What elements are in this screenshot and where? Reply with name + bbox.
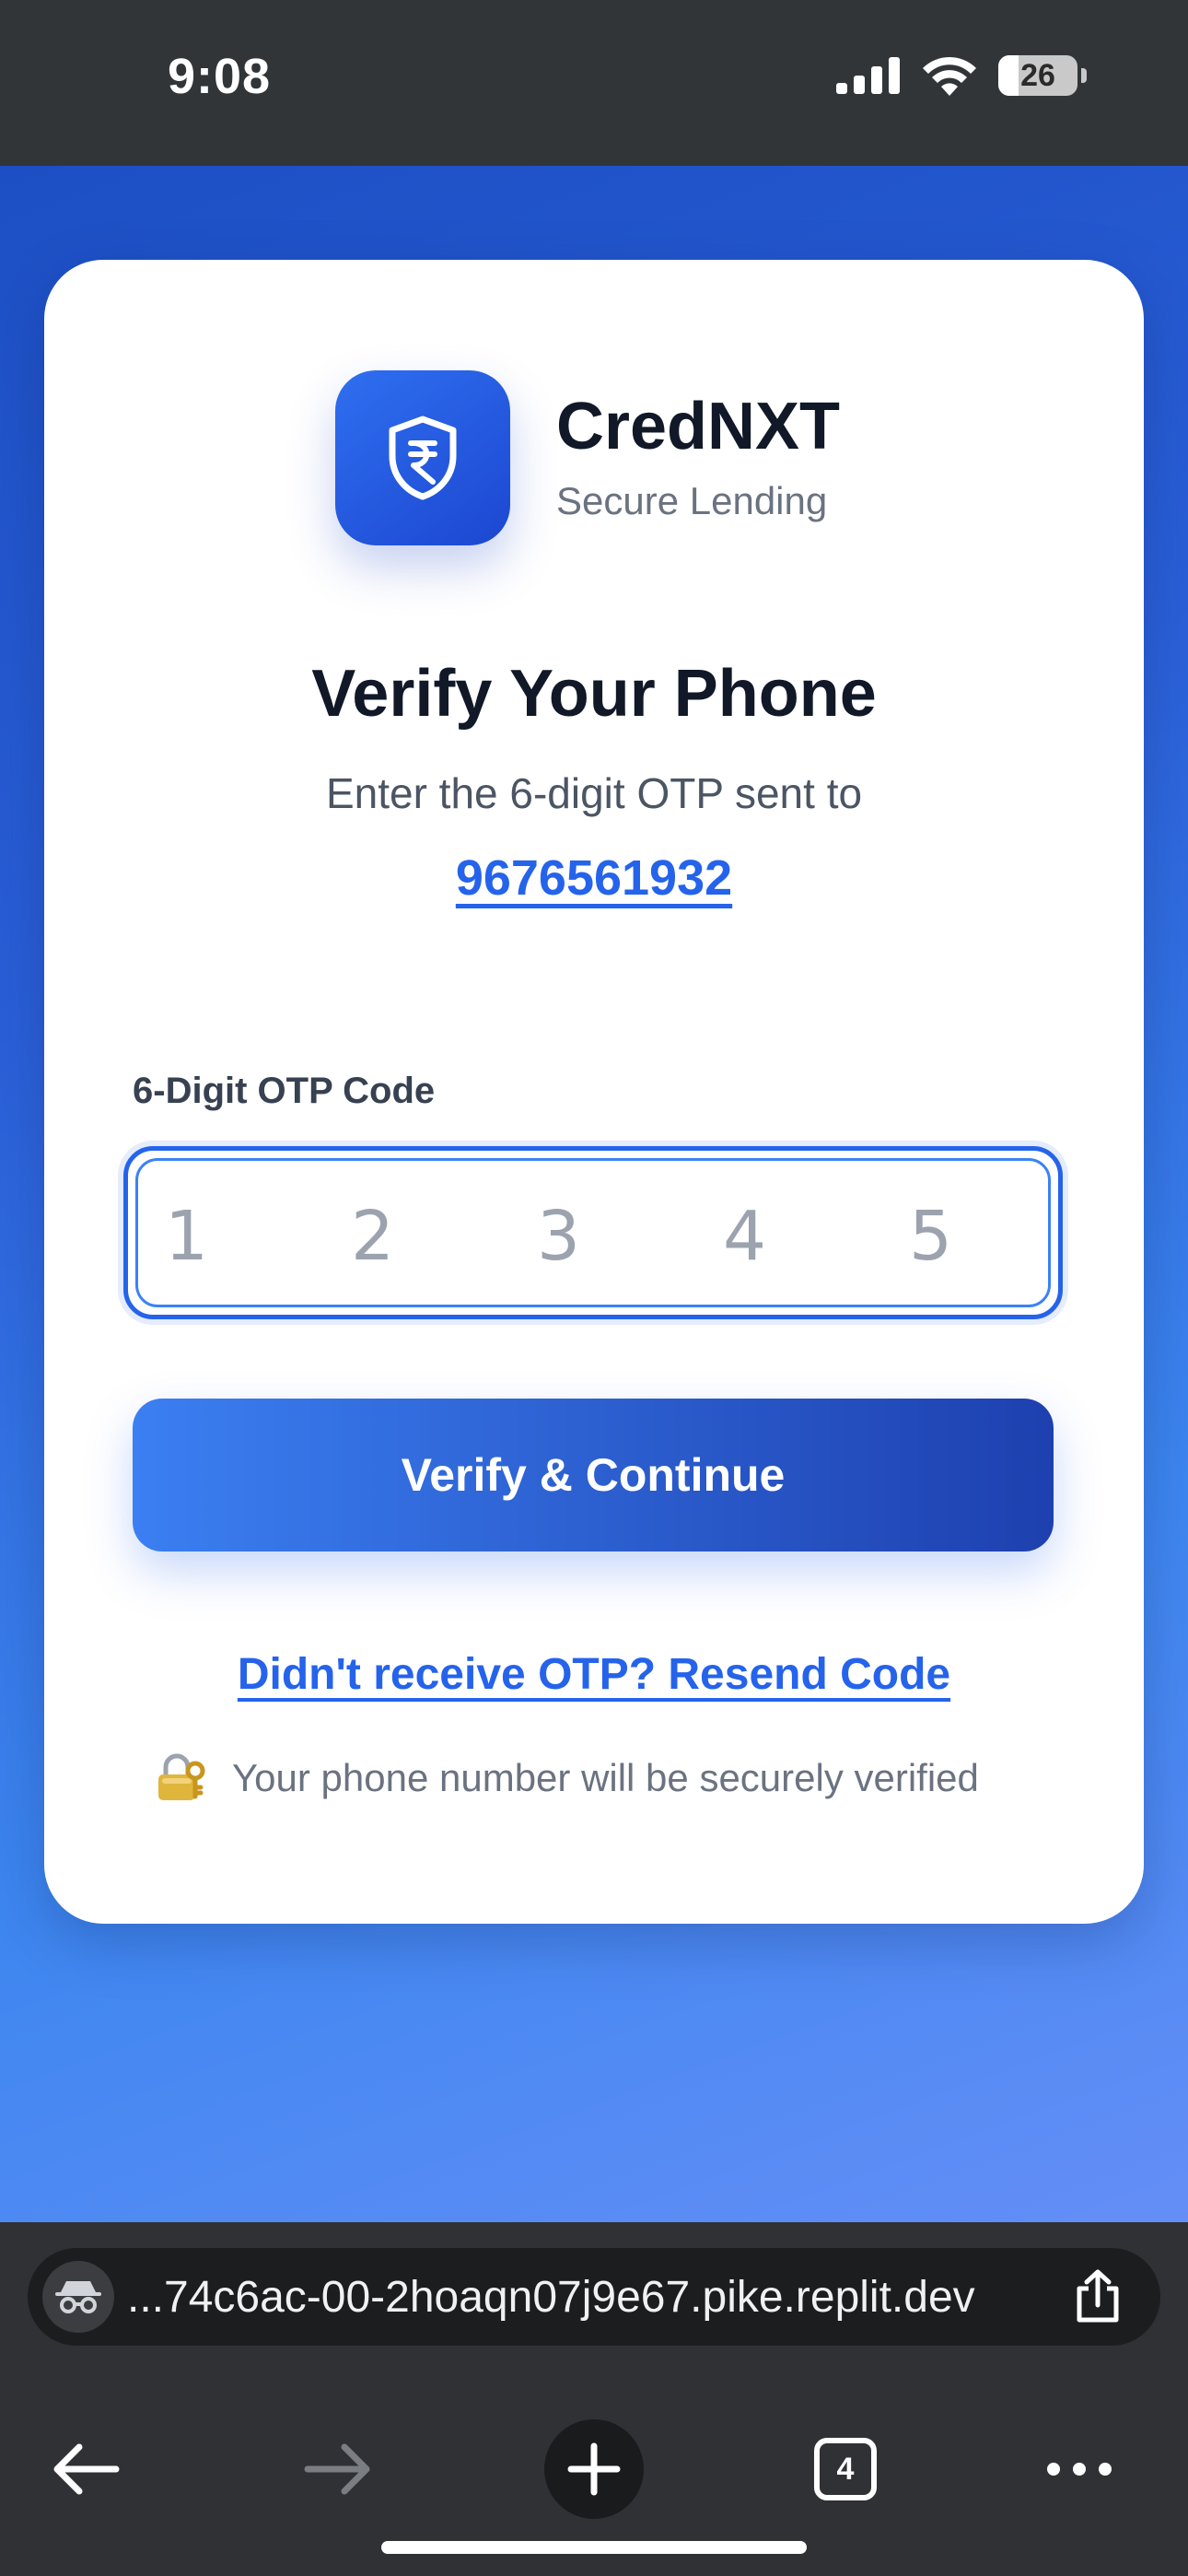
tabs-icon: 4 bbox=[814, 2438, 877, 2500]
tabs-button[interactable]: 4 bbox=[814, 2438, 877, 2500]
phone-number-link[interactable]: 9676561932 bbox=[456, 850, 732, 906]
address-bar[interactable]: ...74c6ac-00-2hoaqn07j9e67.pike.replit.d… bbox=[28, 2248, 1160, 2346]
phone-number: 9676561932 bbox=[44, 849, 1144, 907]
page-title: Verify Your Phone bbox=[311, 657, 877, 731]
home-indicator[interactable] bbox=[381, 2541, 807, 2554]
share-icon[interactable] bbox=[1072, 2268, 1124, 2325]
app-logo bbox=[335, 370, 510, 545]
otp-label: 6-Digit OTP Code bbox=[133, 1071, 436, 1111]
app-name: CredNXT bbox=[556, 390, 841, 463]
battery-fill bbox=[998, 55, 1019, 96]
incognito-icon[interactable] bbox=[42, 2261, 114, 2333]
back-button[interactable] bbox=[52, 2441, 120, 2497]
resend-row: Didn't receive OTP? Resend Code bbox=[44, 1649, 1144, 1700]
verify-continue-button[interactable]: Verify & Continue bbox=[133, 1399, 1054, 1551]
otp-placeholder-digit: 4 bbox=[723, 1197, 767, 1276]
forward-button[interactable] bbox=[304, 2441, 372, 2497]
status-icons: 26 bbox=[836, 55, 1087, 96]
tab-count: 4 bbox=[836, 2451, 855, 2487]
more-icon bbox=[1047, 2463, 1112, 2476]
status-bar: 9:08 26 bbox=[0, 0, 1188, 166]
plus-icon bbox=[544, 2419, 644, 2519]
battery-percent: 26 bbox=[1020, 57, 1055, 93]
security-note-text: Your phone number will be securely verif… bbox=[232, 1756, 979, 1799]
shield-rupee-icon bbox=[389, 416, 457, 500]
arrow-left-icon bbox=[53, 2443, 120, 2495]
otp-placeholder-digit: 1 bbox=[165, 1197, 209, 1276]
new-tab-button[interactable] bbox=[544, 2419, 644, 2519]
browser-toolbar: ...74c6ac-00-2hoaqn07j9e67.pike.replit.d… bbox=[0, 2222, 1188, 2576]
verify-card: CredNXT Secure Lending Verify Your Phone… bbox=[44, 260, 1144, 1924]
battery-tip bbox=[1081, 68, 1087, 83]
app-tagline: Secure Lending bbox=[556, 479, 828, 522]
lock-key-icon bbox=[158, 1753, 205, 1800]
arrow-right-icon bbox=[304, 2443, 370, 2495]
otp-placeholder-digit: 5 bbox=[909, 1197, 953, 1276]
cellular-signal-icon bbox=[836, 57, 900, 94]
more-menu-button[interactable] bbox=[1046, 2460, 1112, 2478]
otp-instruction: Enter the 6-digit OTP sent to bbox=[325, 769, 863, 817]
url-text: ...74c6ac-00-2hoaqn07j9e67.pike.replit.d… bbox=[127, 2273, 975, 2322]
browser-nav: 4 bbox=[0, 2416, 1188, 2526]
status-time: 9:08 bbox=[168, 49, 272, 104]
otp-placeholder-digit: 3 bbox=[537, 1197, 581, 1276]
otp-input[interactable]: 1 2 3 4 5 bbox=[123, 1146, 1063, 1319]
otp-placeholder-digit: 2 bbox=[351, 1197, 395, 1276]
resend-code-link[interactable]: Didn't receive OTP? Resend Code bbox=[238, 1650, 950, 1699]
battery-indicator: 26 bbox=[998, 55, 1077, 96]
wifi-icon bbox=[923, 56, 976, 96]
security-note: Your phone number will be securely verif… bbox=[155, 1752, 979, 1804]
